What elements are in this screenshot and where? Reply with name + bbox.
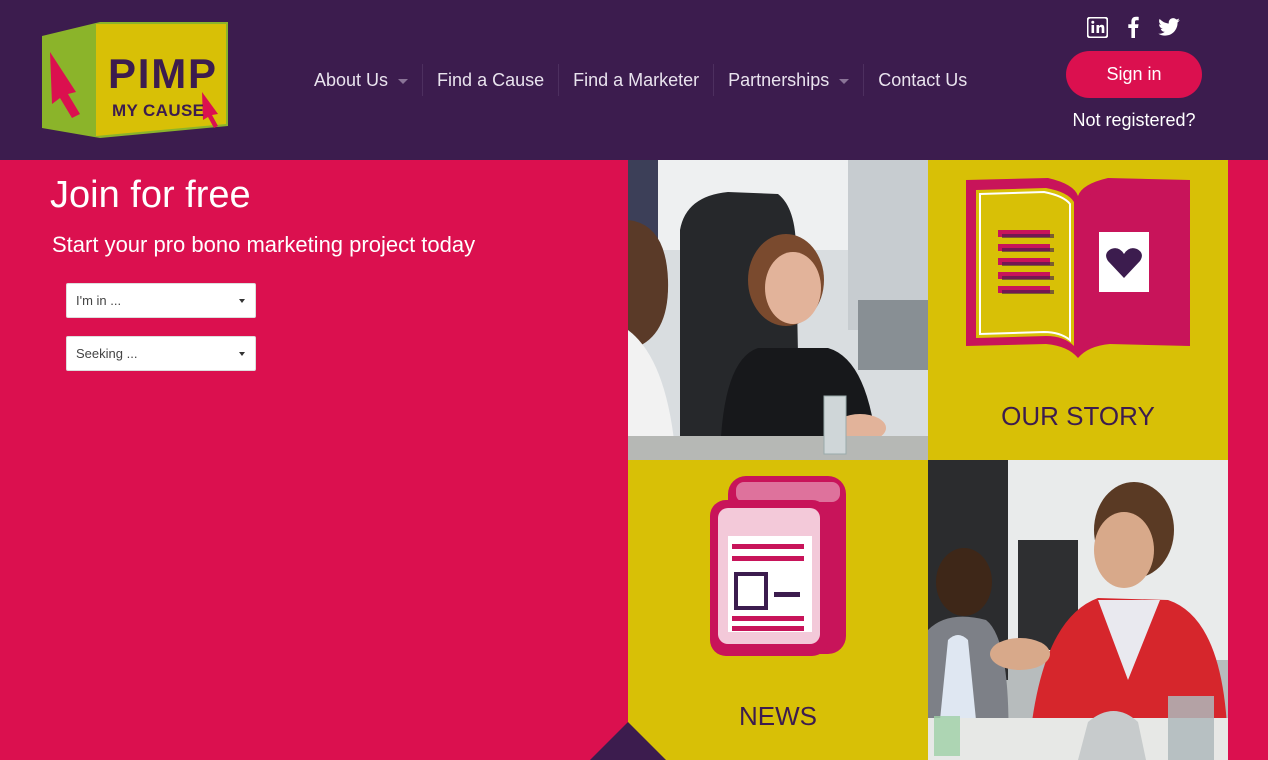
news-tile[interactable]: NEWS <box>628 460 928 760</box>
photo-tile-meeting[interactable] <box>628 160 928 460</box>
nav-item-find-a-cause[interactable]: Find a Cause <box>422 64 558 96</box>
scroll-indicator-triangle <box>590 722 666 760</box>
right-edge-strip <box>1228 160 1268 760</box>
role-select-value: I'm in ... <box>76 293 122 308</box>
pimp-my-cause-logo[interactable]: PIMP MY CAUSE <box>42 22 228 138</box>
nav-about-us-label: About Us <box>314 69 389 90</box>
nav-item-find-a-marketer[interactable]: Find a Marketer <box>558 64 713 96</box>
meeting-photo <box>628 160 928 460</box>
site-header: PIMP MY CAUSE About Us Find a Cause Find… <box>0 0 1268 160</box>
open-book-icon <box>966 178 1190 358</box>
caret-down-icon <box>239 352 245 356</box>
newspaper-icon <box>710 476 846 656</box>
not-registered-link[interactable]: Not registered? <box>1068 110 1200 131</box>
nav-item-contact-us[interactable]: Contact Us <box>863 64 981 96</box>
facebook-icon[interactable] <box>1122 16 1144 38</box>
logo-line1: PIMP <box>108 50 216 97</box>
nav-find-a-cause-label: Find a Cause <box>437 69 545 90</box>
photo-tile-discussion[interactable] <box>928 460 1228 760</box>
nav-item-partnerships[interactable]: Partnerships <box>713 64 863 96</box>
chevron-down-icon <box>839 78 850 84</box>
chevron-down-icon <box>398 78 409 84</box>
our-story-tile[interactable]: OUR STORY <box>928 160 1228 460</box>
role-select[interactable]: I'm in ... <box>66 283 256 318</box>
page-title: Join for free <box>50 174 251 216</box>
seeking-select-value: Seeking ... <box>76 346 138 361</box>
sign-in-button[interactable]: Sign in <box>1066 51 1202 98</box>
news-label: NEWS <box>739 701 817 731</box>
nav-contact-us-label: Contact Us <box>878 69 968 90</box>
logo-line2: MY CAUSE <box>112 101 204 120</box>
seeking-select[interactable]: Seeking ... <box>66 336 256 371</box>
page-subtitle: Start your pro bono marketing project to… <box>52 232 476 257</box>
main-nav: About Us Find a Cause Find a Marketer Pa… <box>300 64 981 96</box>
our-story-label: OUR STORY <box>1001 401 1155 431</box>
caret-down-icon <box>239 299 245 303</box>
nav-find-a-marketer-label: Find a Marketer <box>573 69 700 90</box>
nav-item-about-us[interactable]: About Us <box>300 64 422 96</box>
social-links <box>1086 16 1180 38</box>
twitter-icon[interactable] <box>1158 16 1180 38</box>
linkedin-icon[interactable] <box>1086 16 1108 38</box>
discussion-photo <box>928 460 1228 760</box>
nav-partnerships-label: Partnerships <box>728 69 830 90</box>
